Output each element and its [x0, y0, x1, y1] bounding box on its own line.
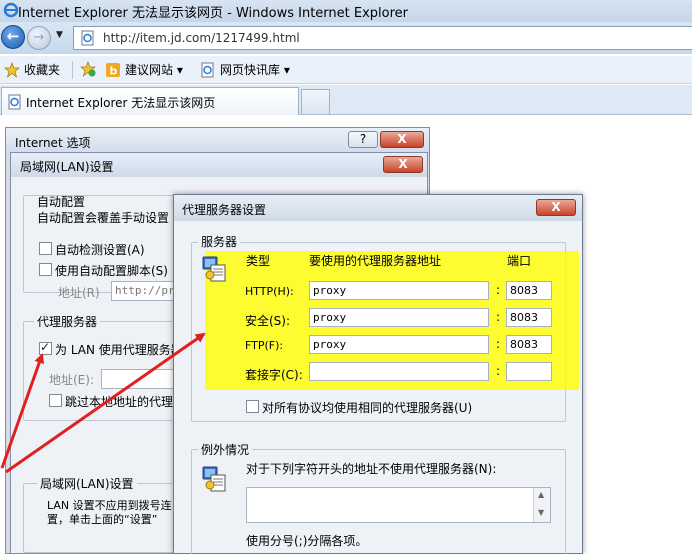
proxy-server-heading: 代理服务器 [34, 313, 101, 330]
auto-config-heading: 自动配置 [37, 195, 86, 209]
tab-bar: Internet Explorer 无法显示该网页 [0, 85, 692, 115]
lan-settings-title: 局域网(LAN)设置 [20, 160, 114, 174]
toolbar-separator [72, 61, 73, 79]
col-header-type: 类型 [246, 254, 271, 268]
ftp-port-field[interactable]: 8083 [506, 335, 552, 354]
web-slice-gallery-link[interactable]: 网页快讯库 ▾ [200, 61, 290, 79]
lan-settings-titlebar: 局域网(LAN)设置 X [11, 153, 427, 177]
proxy-settings-dialog: 代理服务器设置 X 服务器 类型 要使用的代理服务器地址 端口 HTTP(H):… [173, 194, 583, 554]
web-slice-icon [201, 62, 214, 77]
col-header-address: 要使用的代理服务器地址 [309, 254, 442, 268]
tab-error-page[interactable]: Internet Explorer 无法显示该网页 [1, 87, 299, 115]
socks-colon: : [496, 364, 501, 378]
secure-label: 安全(S): [245, 314, 291, 328]
network-exception-icon [202, 466, 226, 492]
tab-title: Internet Explorer 无法显示该网页 [26, 96, 216, 110]
back-button[interactable]: ← [1, 25, 25, 49]
ie-page-icon [8, 94, 21, 110]
auto-config-description: 自动配置会覆盖手动设置 [37, 211, 170, 225]
new-tab-button[interactable] [301, 89, 330, 114]
proxy-settings-title: 代理服务器设置 [182, 203, 267, 217]
suggested-sites-link[interactable]: b 建议网站 ▾ [105, 61, 183, 79]
forward-button[interactable]: → [27, 26, 51, 50]
url-text[interactable]: http://item.jd.com/1217499.html [103, 31, 300, 45]
window-title: Internet Explorer 无法显示该网页 - Windows Inte… [18, 6, 409, 21]
socks-label: 套接字(C): [245, 368, 303, 382]
servers-heading: 服务器 [198, 233, 241, 250]
navigation-bar: ← → ▼ http://item.jd.com/1217499.html [0, 22, 692, 54]
ie-logo-icon [3, 2, 19, 18]
proxy-close-button[interactable]: X [536, 199, 576, 216]
socks-port-field[interactable] [506, 362, 552, 381]
ftp-address-field[interactable]: proxy [309, 335, 489, 354]
proxy-address-label: 地址(E): [49, 373, 94, 387]
proxy-address-field[interactable] [101, 369, 181, 389]
internet-options-close-button[interactable]: X [380, 131, 424, 148]
lan-note-line2: 置，单击上面的“设置” [47, 513, 158, 526]
close-icon: X [398, 157, 408, 171]
bing-icon: b [106, 62, 120, 77]
close-icon: X [397, 132, 407, 146]
page-icon [81, 30, 94, 46]
address-bar[interactable]: http://item.jd.com/1217499.html [73, 26, 692, 50]
exceptions-description: 对于下列字符开头的地址不使用代理服务器(N): [246, 462, 497, 476]
use-proxy-checkbox[interactable] [39, 340, 52, 355]
arrow-left-icon: ← [6, 27, 20, 45]
http-address-field[interactable]: proxy [309, 281, 489, 300]
auto-script-label: 使用自动配置脚本(S) [55, 264, 168, 278]
bypass-local-label: 跳过本地地址的代理 [65, 395, 174, 409]
separator-note: 使用分号(;)分隔各项。 [246, 534, 368, 548]
close-icon: X [551, 200, 561, 214]
col-header-port: 端口 [507, 254, 532, 268]
secure-port-field[interactable]: 8083 [506, 308, 552, 327]
auto-address-label: 地址(R) [58, 286, 100, 300]
history-dropdown-button[interactable]: ▼ [56, 30, 66, 42]
scroll-down-icon[interactable]: ▼ [538, 508, 544, 517]
lan-close-button[interactable]: X [383, 156, 423, 173]
internet-options-titlebar: Internet 选项 ? X [6, 128, 429, 155]
exceptions-textarea[interactable] [246, 487, 551, 523]
ftp-label: FTP(F): [245, 339, 284, 352]
arrow-right-icon: → [33, 30, 45, 45]
window-titlebar: Internet Explorer 无法显示该网页 - Windows Inte… [0, 0, 692, 22]
add-favorite-button[interactable] [80, 61, 100, 79]
internet-options-title: Internet 选项 [15, 136, 91, 150]
auto-detect-label: 自动检测设置(A) [55, 243, 145, 257]
auto-detect-checkbox[interactable] [39, 242, 52, 255]
network-computer-icon [202, 256, 226, 282]
http-port-field[interactable]: 8083 [506, 281, 552, 300]
http-label: HTTP(H): [245, 285, 294, 298]
lan-info-heading: 局域网(LAN)设置 [37, 475, 137, 492]
secure-address-field[interactable]: proxy [309, 308, 489, 327]
add-star-icon [80, 61, 96, 77]
scroll-up-icon[interactable]: ▲ [538, 490, 544, 499]
exceptions-scrollbar[interactable]: ▲ ▼ [533, 488, 550, 522]
secure-colon: : [496, 310, 501, 324]
favorites-bar: 收藏夹 b 建议网站 ▾ 网页快讯库 ▾ [0, 56, 692, 84]
socks-address-field[interactable] [309, 362, 489, 381]
use-proxy-label: 为 LAN 使用代理服务器 [55, 343, 183, 357]
bypass-local-checkbox[interactable] [49, 394, 62, 407]
http-colon: : [496, 283, 501, 297]
proxy-settings-titlebar: 代理服务器设置 X [174, 195, 582, 221]
help-button[interactable]: ? [348, 131, 378, 148]
same-proxy-label: 对所有协议均使用相同的代理服务器(U) [262, 401, 473, 415]
same-proxy-checkbox[interactable] [246, 400, 259, 413]
auto-script-checkbox[interactable] [39, 263, 52, 276]
svg-text:b: b [110, 64, 118, 77]
question-icon: ? [359, 132, 367, 146]
ftp-colon: : [496, 337, 501, 351]
exceptions-heading: 例外情况 [198, 441, 253, 458]
star-icon [4, 61, 20, 78]
favorites-button[interactable]: 收藏夹 [4, 61, 60, 79]
